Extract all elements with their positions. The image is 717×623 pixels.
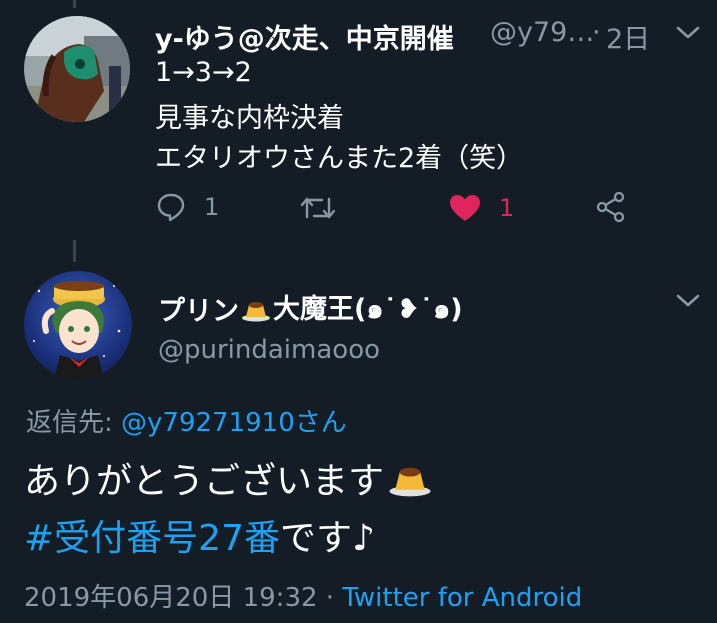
user-handle[interactable]: @purindaimaooo xyxy=(158,335,380,365)
like-count: 1 xyxy=(499,194,515,222)
retweet-icon[interactable] xyxy=(300,195,336,221)
like-action[interactable]: 1 xyxy=(449,194,514,222)
display-name[interactable]: y-ゆう@次走、中京開催 xyxy=(155,17,454,56)
chevron-down-icon[interactable] xyxy=(676,26,700,40)
tweet-time[interactable]: 2日 xyxy=(606,17,650,56)
avatar-y-yuu[interactable] xyxy=(24,16,130,122)
tweet-body-line: #受付番号27番 です♪ xyxy=(24,509,375,561)
reply-to-label: 返信先: xyxy=(26,408,122,438)
thread-line-bottom xyxy=(73,240,76,262)
tweet-text-line: エタリオウさんまた2着（笑） xyxy=(155,143,524,174)
pudding-emoji xyxy=(389,467,431,497)
heart-icon[interactable] xyxy=(449,194,481,222)
reply-action[interactable]: 1 xyxy=(156,192,219,222)
display-name[interactable]: プリン 大魔王(๑˙❥˙๑) xyxy=(158,287,463,330)
tweet-text-line: 1→3→2 xyxy=(155,57,252,88)
reply-icon[interactable] xyxy=(156,192,186,222)
thread-line-top xyxy=(73,0,76,8)
meta-separator: · xyxy=(317,583,343,613)
display-name-part: プリン xyxy=(158,296,239,327)
tweet-timestamp: 2019年06月20日 19:32 xyxy=(24,583,318,613)
tweet-source-link[interactable]: Twitter for Android xyxy=(342,583,582,613)
display-name-part: 大魔王(๑˙❥˙๑) xyxy=(273,294,463,325)
reply-mention-link[interactable]: @y79271910さん xyxy=(121,408,347,438)
chevron-down-icon[interactable] xyxy=(676,294,700,308)
tweet-text-line: 見事な内枠決着 xyxy=(155,103,344,134)
tweet-body-line: ありがとうございます xyxy=(24,452,432,504)
reply-to-line: 返信先: @y79271910さん xyxy=(26,402,347,439)
separator: · xyxy=(592,17,601,48)
share-icon[interactable] xyxy=(595,191,627,223)
avatar-purindaimaooo[interactable] xyxy=(24,271,132,379)
share-action[interactable] xyxy=(595,191,627,223)
tweet-meta: 2019年06月20日 19:32 · Twitter for Android xyxy=(24,577,582,614)
pudding-emoji xyxy=(242,301,270,321)
hashtag-link[interactable]: #受付番号27番 xyxy=(24,509,280,561)
tweet-text: ありがとうございます xyxy=(24,461,385,502)
tweet-text: です♪ xyxy=(279,518,375,559)
retweet-action[interactable] xyxy=(300,195,336,221)
reply-count: 1 xyxy=(204,193,220,221)
user-handle[interactable]: @y79… xyxy=(490,17,594,48)
